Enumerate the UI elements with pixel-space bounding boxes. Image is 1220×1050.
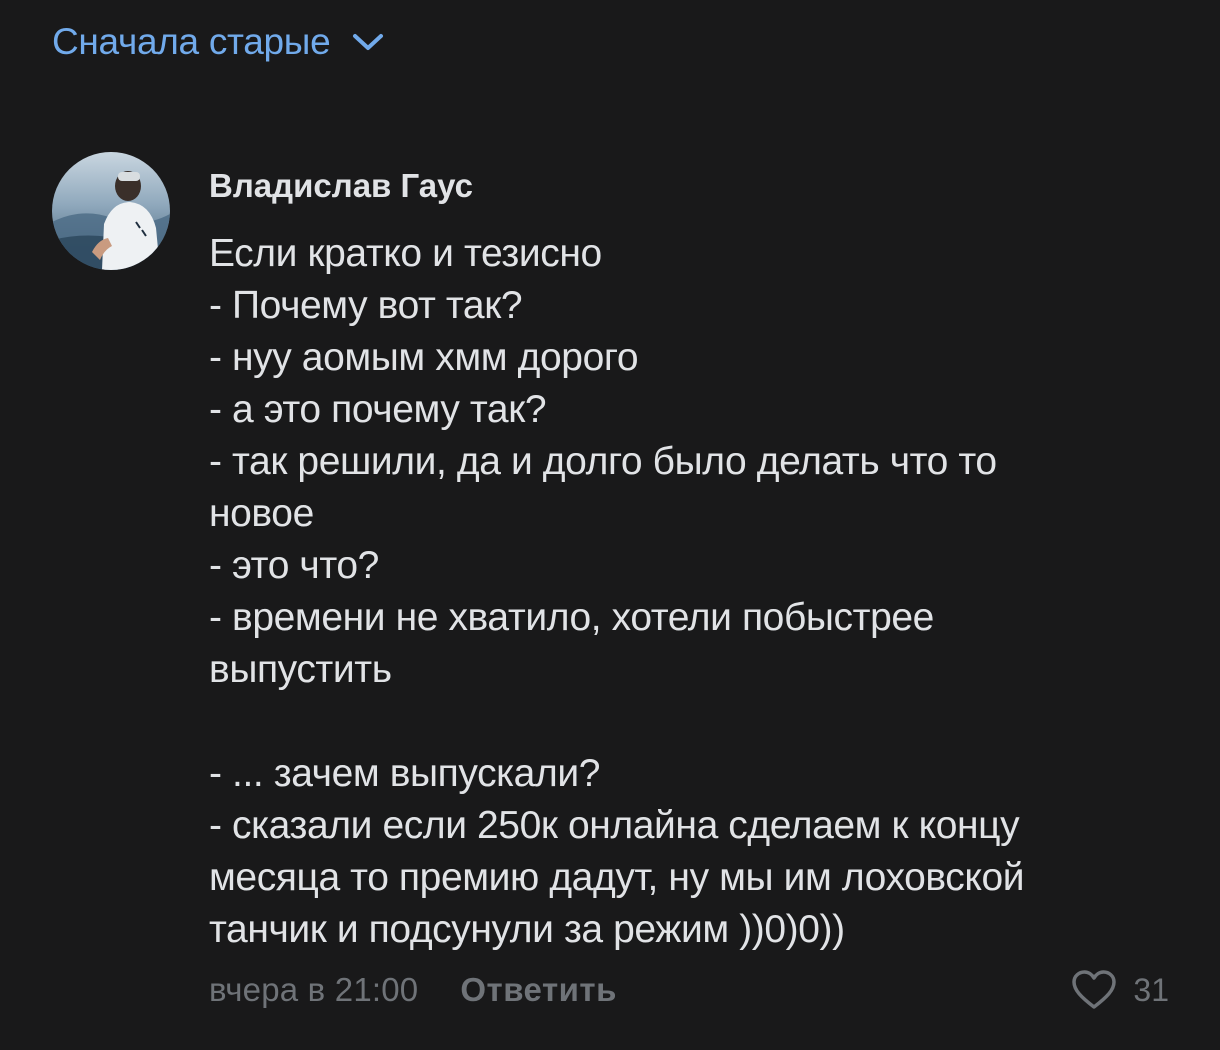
like-button[interactable]: 31	[1071, 965, 1169, 1015]
comment-text-line: танчик и подсунули за режим ))0)0))	[209, 908, 845, 951]
comment-footer: вчера в 21:00 Ответить 31	[209, 965, 1169, 1015]
comment-text: Если кратко и тезисно - Почему вот так? - …	[209, 228, 1169, 956]
comment-date: вчера в 21:00	[209, 971, 419, 1008]
heart-icon	[1072, 970, 1117, 1009]
comment-text-line: - нуу аомым хмм дорого	[209, 336, 639, 379]
comment-body: Владислав Гаус Если кратко и тезисно - По…	[209, 152, 1169, 956]
comment-text-line: - сказали если 250к онлайна сделаем к ко…	[209, 804, 1020, 847]
comment-text-line: месяца то премию дадут, ну мы им лоховск…	[209, 856, 1025, 899]
comment-text-line: - времени не хватило, хотели побыстрее	[209, 596, 934, 639]
chevron-down-icon	[353, 34, 384, 50]
comments-page: Сначала старые Владислав Гаус Если кратк…	[0, 0, 1220, 1050]
comment-text-line: - так решили, да и долго было делать что…	[209, 440, 997, 483]
comment-text-line: - Почему вот так?	[209, 284, 523, 327]
comment-text-line: выпустить	[209, 648, 392, 691]
sort-label: Сначала старые	[52, 21, 331, 62]
like-count: 31	[1133, 971, 1169, 1008]
comment-text-line: - а это почему так?	[209, 388, 547, 431]
sort-dropdown[interactable]: Сначала старые	[52, 16, 386, 68]
author-name[interactable]: Владислав Гаус	[209, 164, 473, 208]
comment-text-line: - это что?	[209, 544, 379, 587]
comment-text-line: новое	[209, 492, 314, 535]
reply-button[interactable]: Ответить	[460, 971, 617, 1009]
avatar-image	[52, 152, 170, 270]
comment-text-line: - ... зачем выпускали?	[209, 752, 601, 795]
comment-text-line: Если кратко и тезисно	[209, 232, 602, 275]
comment-text-line	[209, 696, 1169, 748]
avatar[interactable]	[52, 152, 170, 270]
